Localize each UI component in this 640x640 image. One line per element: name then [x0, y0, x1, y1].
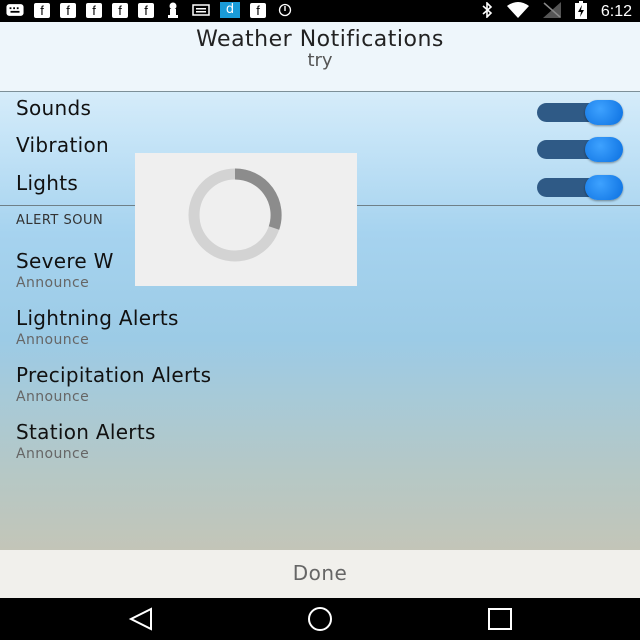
- alert-item-subtitle: Announce: [16, 275, 90, 291]
- facebook-icon: f: [138, 2, 154, 18]
- lights-label: Lights: [16, 171, 79, 195]
- sounds-switch[interactable]: [537, 100, 625, 125]
- navigation-bar: [0, 598, 640, 640]
- page-title: Weather Notifications: [196, 27, 444, 52]
- bluetooth-icon: [481, 1, 493, 22]
- wifi-icon: [506, 2, 529, 22]
- facebook-icon: f: [250, 2, 266, 18]
- alert-item-title: Station Alerts: [16, 420, 156, 444]
- alert-item-title: Precipitation Alerts: [16, 363, 212, 387]
- facebook-icon: f: [60, 2, 76, 18]
- home-icon[interactable]: [300, 606, 340, 632]
- lights-switch[interactable]: [537, 175, 625, 200]
- footer-bar: Done: [0, 550, 640, 598]
- sounds-label: Sounds: [16, 96, 92, 120]
- section-header-alert-sounds: ALERT SOUN: [16, 213, 104, 228]
- alert-item-subtitle: Announce: [16, 332, 90, 348]
- alert-item-subtitle: Announce: [16, 446, 90, 462]
- page-subtitle: try: [307, 50, 333, 71]
- system-icons: 6:12: [481, 1, 632, 23]
- alert-item-subtitle: Announce: [16, 389, 90, 405]
- signal-icon: [542, 2, 561, 22]
- recents-icon[interactable]: [480, 606, 520, 632]
- switch-thumb: [585, 175, 623, 200]
- loading-overlay: [135, 153, 357, 286]
- battery-charging-icon: [574, 1, 587, 23]
- sounds-row[interactable]: Sounds: [0, 92, 640, 129]
- done-button[interactable]: Done: [0, 561, 640, 585]
- notification-icons: f f f f f d f: [6, 2, 294, 18]
- facebook-icon: f: [34, 2, 50, 18]
- alert-item-title: Severe W: [16, 249, 114, 273]
- sync-icon: [276, 2, 294, 18]
- mail-icon: [192, 2, 210, 18]
- facebook-icon: f: [112, 2, 128, 18]
- back-icon[interactable]: [122, 606, 162, 632]
- vibration-label: Vibration: [16, 133, 109, 157]
- clock: 6:12: [600, 3, 632, 20]
- notification-settings-screen: Weather Notifications try Sounds Vibrati…: [0, 22, 640, 550]
- status-bar: f f f f f d f 6:12: [0, 0, 640, 22]
- keyboard-icon: [6, 2, 24, 18]
- alert-item-precipitation[interactable]: Precipitation Alerts Announce: [16, 363, 616, 413]
- alert-item-lightning[interactable]: Lightning Alerts Announce: [16, 306, 616, 356]
- vibration-switch[interactable]: [537, 137, 625, 162]
- switch-thumb: [585, 137, 623, 162]
- switch-thumb: [585, 100, 623, 125]
- loading-spinner-icon: [188, 168, 282, 262]
- facebook-icon: f: [86, 2, 102, 18]
- nomad-icon: [164, 2, 182, 18]
- dolphin-icon: d: [220, 2, 240, 18]
- header: Weather Notifications try: [0, 22, 640, 92]
- alert-item-title: Lightning Alerts: [16, 306, 179, 330]
- alert-item-station[interactable]: Station Alerts Announce: [16, 420, 616, 470]
